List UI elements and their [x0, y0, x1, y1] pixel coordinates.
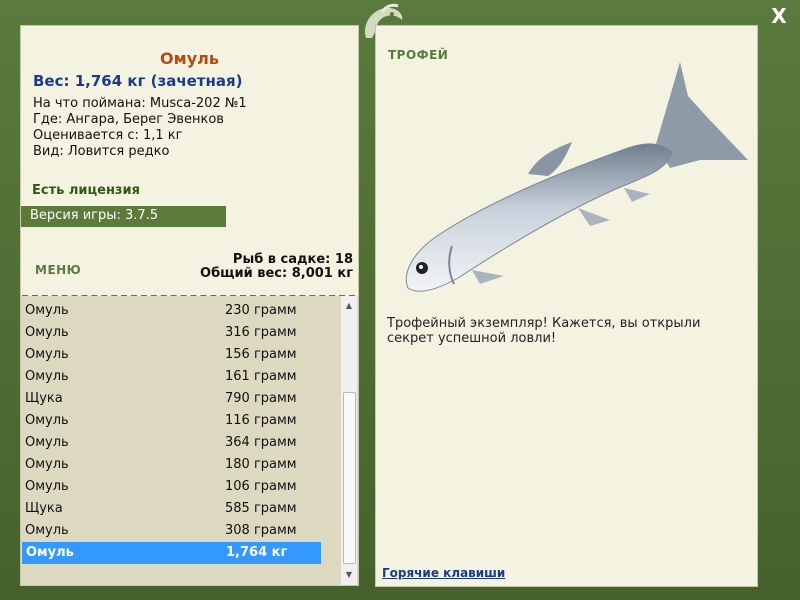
trophy-panel: ТРОФЕЙ Трофейный экземпляр! Кажется, вы …	[375, 25, 758, 587]
list-item-weight: 308 грамм	[225, 523, 297, 538]
bait-info: На что поймана: Musca-202 №1	[33, 96, 247, 111]
list-item-fish-name: Щука	[25, 501, 63, 516]
fish-count: Рыб в садке: 18	[232, 252, 353, 267]
list-item-weight: 180 грамм	[225, 457, 297, 472]
list-item-fish-name: Омуль	[25, 435, 69, 450]
rarity-info: Вид: Ловится редко	[33, 144, 170, 159]
valuation-info: Оценивается с: 1,1 кг	[33, 128, 183, 143]
list-item[interactable]: Омуль 316 грамм	[21, 322, 326, 344]
list-item[interactable]: Омуль 364 грамм	[21, 432, 326, 454]
list-item-fish-name: Омуль	[25, 457, 69, 472]
list-item[interactable]: Омуль 1,764 кг	[22, 542, 321, 564]
list-item-weight: 585 грамм	[225, 501, 297, 516]
list-item-weight: 1,764 кг	[226, 545, 288, 560]
license-status: Есть лицензия	[32, 183, 140, 198]
fish-image	[405, 62, 748, 292]
version-text: Версия игры: 3.7.5	[30, 208, 159, 223]
list-item-weight: 364 грамм	[225, 435, 297, 450]
list-item-fish-name: Омуль	[26, 545, 74, 560]
total-weight: Общий вес: 8,001 кг	[200, 266, 353, 281]
scroll-thumb[interactable]	[343, 392, 356, 564]
scroll-down-icon[interactable]: ▼	[341, 567, 357, 583]
list-item-weight: 230 грамм	[225, 303, 297, 318]
list-item-weight: 161 грамм	[225, 369, 297, 384]
list-item-fish-name: Омуль	[25, 523, 69, 538]
list-item[interactable]: Омуль 180 грамм	[21, 454, 326, 476]
list-item[interactable]: Омуль 161 грамм	[21, 366, 326, 388]
close-button[interactable]: X	[768, 4, 790, 28]
list-item-fish-name: Омуль	[25, 325, 69, 340]
list-item-fish-name: Омуль	[25, 347, 69, 362]
fish-info-panel: Омуль Вес: 1,764 кг (зачетная) На что по…	[20, 25, 359, 298]
game-window: X Омуль Вес: 1,764 кг (зачетная) На что …	[0, 0, 800, 600]
fish-name: Омуль	[160, 49, 219, 68]
list-item-weight: 106 грамм	[225, 479, 297, 494]
list-item-weight: 790 грамм	[225, 391, 297, 406]
menu-button[interactable]: МЕНЮ	[35, 263, 81, 277]
list-item[interactable]: Щука 790 грамм	[21, 388, 326, 410]
catch-list-panel: Омуль 230 грамм Омуль 316 грамм Омуль 156 гра…	[20, 296, 359, 586]
list-item[interactable]: Омуль 230 грамм	[21, 300, 326, 322]
list-item-fish-name: Щука	[25, 391, 63, 406]
scrollbar[interactable]: ▲ ▼	[341, 296, 357, 585]
list-item-weight: 156 грамм	[225, 347, 297, 362]
trophy-description: Трофейный экземпляр! Кажется, вы открыли…	[387, 316, 701, 346]
location-info: Где: Ангара, Берег Эвенков	[33, 112, 224, 127]
hotkeys-link[interactable]: Горячие клавиши	[382, 566, 505, 580]
list-item-fish-name: Омуль	[25, 303, 69, 318]
list-item[interactable]: Омуль 116 грамм	[21, 410, 326, 432]
fish-weight: Вес: 1,764 кг (зачетная)	[33, 72, 243, 90]
list-item-weight: 316 грамм	[225, 325, 297, 340]
version-bar: Версия игры: 3.7.5	[21, 206, 226, 227]
list-item-fish-name: Омуль	[25, 369, 69, 384]
list-item-fish-name: Омуль	[25, 479, 69, 494]
list-item[interactable]: Щука 585 грамм	[21, 498, 326, 520]
scroll-up-icon[interactable]: ▲	[341, 298, 357, 314]
list-item[interactable]: Омуль 106 грамм	[21, 476, 326, 498]
catch-list: Омуль 230 грамм Омуль 316 грамм Омуль 156 гра…	[21, 300, 326, 564]
list-item-weight: 116 грамм	[225, 413, 297, 428]
list-item[interactable]: Омуль 156 грамм	[21, 344, 326, 366]
list-item-fish-name: Омуль	[25, 413, 69, 428]
list-item[interactable]: Омуль 308 грамм	[21, 520, 326, 542]
